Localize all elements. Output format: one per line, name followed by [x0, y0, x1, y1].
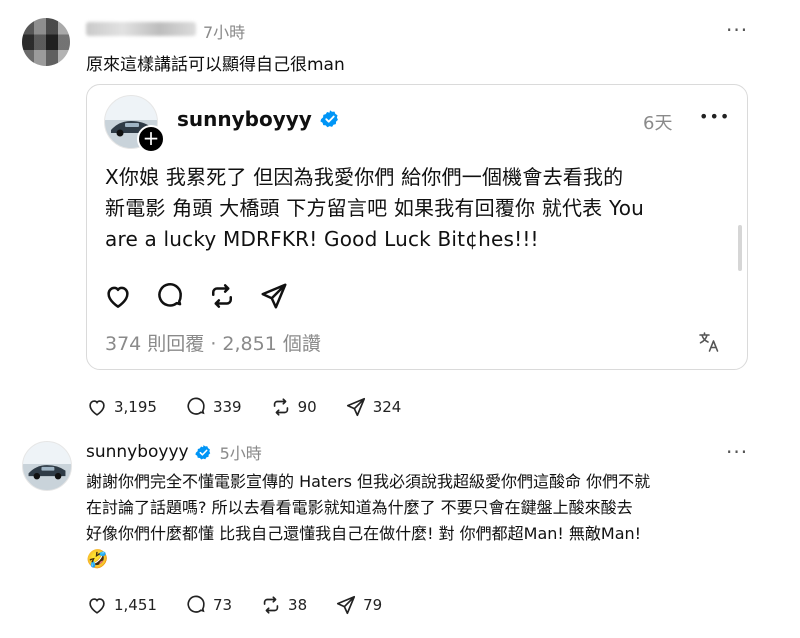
quoted-post-scrollbar[interactable]	[738, 225, 742, 271]
reply-share-count: 79	[363, 596, 383, 614]
reply-share-button[interactable]: 79	[335, 594, 382, 616]
quoted-post-username[interactable]: sunnyboyyy	[177, 107, 312, 131]
repost-icon	[263, 596, 279, 614]
comment-more-button[interactable]: ···	[726, 18, 748, 42]
reply-repost-count: 38	[288, 596, 308, 614]
reply-more-button[interactable]: ···	[726, 440, 748, 464]
reply-username[interactable]: sunnyboyyy	[86, 442, 189, 462]
quoted-post-line-3: are a lucky MDRFKR! Good Luck Bit¢hes!!!	[105, 227, 539, 251]
reply-bubble-icon	[187, 595, 205, 613]
share-send-icon[interactable]	[259, 281, 289, 311]
reply-line-1: 謝謝你們完全不懂電影宣傳的 Haters 但我必須說我超級愛你們這酸命 你們不就	[86, 472, 651, 491]
reply-line-3: 好像你們什麼都懂 比我自己還懂我自己在做什麼! 對 你們都超Man! 無敵Man…	[86, 524, 642, 543]
reply-reply-button[interactable]: 73	[185, 594, 232, 616]
comment-text: 原來這樣講話可以顯得自己很man	[86, 55, 345, 75]
share-send-icon	[337, 595, 356, 615]
reply-line-2: 在討論了話題嗎? 所以去看看電影就知道為什麼了 不要只會在鍵盤上酸來酸去	[86, 498, 633, 517]
heart-icon	[89, 598, 105, 614]
reply-reply-count: 73	[212, 596, 233, 614]
car-photo-icon	[28, 465, 66, 480]
commenter-avatar[interactable]	[22, 18, 70, 66]
quoted-post-more-button[interactable]: •••	[699, 107, 730, 126]
comment-like-count: 3,195	[114, 398, 157, 416]
comment-reply-count: 339	[212, 398, 242, 416]
reply-repost-button[interactable]: 38	[260, 594, 307, 616]
share-send-icon	[346, 397, 365, 417]
reply-timestamp: 5小時	[219, 444, 262, 463]
reply-bubble-icon	[187, 397, 205, 415]
comment-reply-button[interactable]: 339	[185, 396, 242, 418]
quoted-post-card[interactable]: + sunnyboyyy 6天 ••• X你娘 我累死了 但因為我愛你們 給你們…	[86, 84, 748, 370]
comment-repost-count: 90	[297, 398, 317, 416]
verified-badge-icon	[194, 444, 210, 460]
reply-avatar[interactable]	[22, 441, 72, 491]
repost-icon	[273, 398, 288, 416]
reply-like-button[interactable]: 1,451	[86, 594, 157, 616]
comment-like-button[interactable]: 3,195	[86, 396, 157, 418]
verified-badge-icon	[320, 110, 338, 128]
heart-icon	[89, 400, 105, 416]
comment-repost-button[interactable]: 90	[270, 396, 317, 418]
like-heart-icon[interactable]	[103, 281, 133, 311]
repost-icon[interactable]	[207, 281, 237, 311]
comment-share-button[interactable]: 324	[345, 396, 402, 418]
comment-timestamp: 7小時	[203, 23, 246, 42]
follow-plus-button[interactable]: +	[137, 125, 165, 153]
reply-body: 謝謝你們完全不懂電影宣傳的 Haters 但我必須說我超級愛你們這酸命 你們不就…	[86, 469, 776, 573]
quoted-post-line-1: X你娘 我累死了 但因為我愛你們 給你們一個機會去看我的	[105, 165, 624, 189]
quoted-post-body: X你娘 我累死了 但因為我愛你們 給你們一個機會去看我的 新電影 角頭 大橋頭 …	[105, 162, 725, 255]
reply-bubble-icon[interactable]	[155, 281, 185, 311]
quoted-post-line-2: 新電影 角頭 大橋頭 下方留言吧 如果我有回覆你 就代表 You	[105, 196, 645, 220]
reply-like-count: 1,451	[114, 596, 157, 614]
comment-share-count: 324	[372, 398, 402, 416]
translate-icon[interactable]	[697, 330, 721, 354]
quoted-post-timestamp: 6天	[643, 113, 673, 134]
commenter-username-blurred[interactable]	[86, 22, 196, 36]
rofl-emoji: 🤣	[86, 549, 109, 570]
quoted-post-stats[interactable]: 374 則回覆 · 2,851 個讚	[105, 329, 321, 356]
